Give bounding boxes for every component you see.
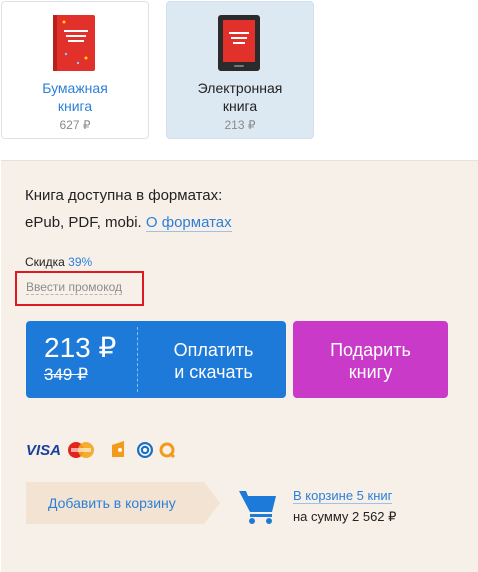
webmoney-icon	[137, 442, 153, 458]
gift-book-button[interactable]: Подарить книгу	[293, 321, 448, 398]
format-card-ebook[interactable]: Электронная книга 213 ₽	[166, 1, 314, 139]
promo-highlight-box: Ввести промокод	[15, 271, 144, 306]
discount-percent: 39%	[68, 255, 93, 269]
discount-label: Скидка	[25, 255, 65, 269]
pay-and-download-button[interactable]: 213 ₽ 349 ₽ Оплатить и скачать	[26, 321, 286, 398]
old-price: 349 ₽	[44, 365, 88, 384]
add-to-cart-label[interactable]: Добавить в корзину	[48, 495, 176, 511]
pay-label-line2: и скачать	[174, 362, 253, 382]
gift-button-label: Подарить книгу	[293, 339, 448, 383]
availability-text: Книга доступна в форматах:	[25, 187, 223, 204]
ebook-reader-icon	[218, 15, 260, 71]
about-formats-link[interactable]: О форматах	[145, 214, 232, 232]
gift-label-line2: книгу	[348, 362, 393, 382]
cart-count-link[interactable]: В корзине 5 книг	[293, 488, 393, 504]
cart-status: В корзине 5 книг на сумму 2 562 ₽	[293, 485, 396, 527]
format-price-paper: 627 ₽	[59, 118, 91, 132]
promo-code-link[interactable]: Ввести промокод	[26, 281, 123, 295]
format-name-line1[interactable]: Бумажная	[2, 79, 148, 97]
format-name-line2[interactable]: книга	[2, 97, 148, 115]
format-name-line1[interactable]: Электронная	[167, 79, 313, 97]
button-divider	[137, 327, 138, 392]
current-price: 213 ₽	[44, 332, 117, 363]
format-name-ebook[interactable]: Электронная книга	[167, 79, 313, 115]
gift-label-line1: Подарить	[330, 340, 411, 360]
pay-button-label: Оплатить и скачать	[151, 339, 276, 383]
svg-text:VISA: VISA	[26, 442, 61, 459]
cart-total: на сумму 2 562 ₽	[293, 509, 397, 524]
visa-icon: VISA	[26, 442, 61, 459]
formats-list: ePub, PDF, mobi.	[25, 214, 142, 231]
shopping-cart-icon[interactable]	[238, 488, 278, 524]
discount-info: Скидка 39%	[25, 255, 92, 269]
mastercard-icon	[68, 442, 94, 458]
format-name-line2[interactable]: книга	[167, 97, 313, 115]
format-card-paper[interactable]: Бумажная книга 627 ₽	[1, 1, 149, 139]
format-name-paper[interactable]: Бумажная книга	[2, 79, 148, 115]
paper-book-icon	[53, 15, 95, 71]
availability-formats: ePub, PDF, mobi. О форматах	[25, 214, 232, 232]
format-price-ebook: 213 ₽	[224, 118, 256, 132]
purchase-panel: Книга доступна в форматах: ePub, PDF, mo…	[1, 160, 478, 572]
qiwi-icon	[159, 442, 176, 459]
yandex-money-icon	[112, 441, 124, 457]
pay-label-line1: Оплатить	[173, 340, 254, 360]
